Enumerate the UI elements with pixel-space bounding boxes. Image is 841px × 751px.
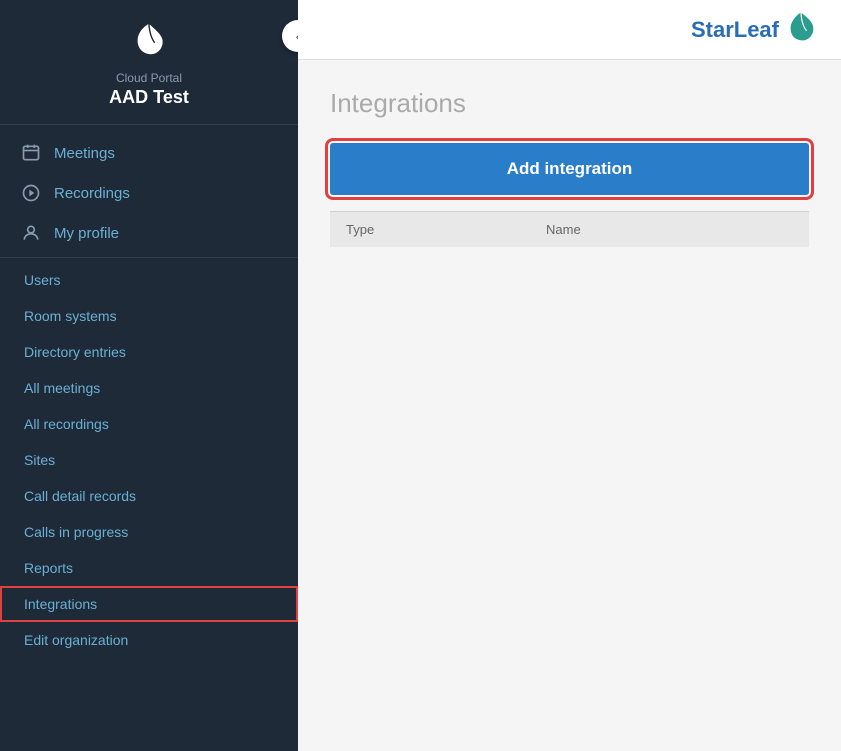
sidebar-item-room-systems[interactable]: Room systems	[0, 298, 298, 334]
table-header: Type Name	[330, 211, 809, 247]
org-name: AAD Test	[109, 87, 189, 108]
sidebar-item-call-detail-records[interactable]: Call detail records	[0, 478, 298, 514]
sidebar-item-reports[interactable]: Reports	[0, 550, 298, 586]
sidebar-item-integrations-label: Integrations	[24, 596, 97, 612]
brand-logo: StarLeaf	[691, 10, 817, 49]
sidebar-item-users-label: Users	[24, 272, 61, 288]
meetings-icon	[20, 143, 42, 163]
sidebar-item-directory-entries-label: Directory entries	[24, 344, 126, 360]
sidebar-item-all-meetings[interactable]: All meetings	[0, 370, 298, 406]
sidebar-item-calls-in-progress[interactable]: Calls in progress	[0, 514, 298, 550]
cloud-portal-label: Cloud Portal	[116, 71, 182, 85]
sidebar-item-edit-organization[interactable]: Edit organization	[0, 622, 298, 658]
topbar: StarLeaf	[298, 0, 841, 60]
nav-divider-1	[0, 257, 298, 258]
my-profile-icon	[20, 223, 42, 243]
sidebar: Cloud Portal AAD Test Meetings Recording…	[0, 0, 298, 751]
brand-leaf-icon	[785, 10, 817, 49]
sidebar-item-meetings-label: Meetings	[54, 145, 115, 162]
brand-name: StarLeaf	[691, 17, 779, 43]
sidebar-item-all-recordings-label: All recordings	[24, 416, 109, 432]
sidebar-item-room-systems-label: Room systems	[24, 308, 117, 324]
sidebar-item-my-profile-label: My profile	[54, 225, 119, 242]
main-content: StarLeaf Integrations Add integration Ty…	[298, 0, 841, 751]
sidebar-item-integrations[interactable]: Integrations	[0, 586, 298, 622]
table-col-name: Name	[546, 222, 793, 237]
add-integration-button[interactable]: Add integration	[330, 143, 809, 195]
sidebar-item-all-recordings[interactable]: All recordings	[0, 406, 298, 442]
sidebar-item-recordings[interactable]: Recordings	[0, 173, 298, 213]
starleaf-logo-icon	[130, 20, 168, 65]
sidebar-item-recordings-label: Recordings	[54, 185, 130, 202]
sidebar-item-sites-label: Sites	[24, 452, 55, 468]
sidebar-item-directory-entries[interactable]: Directory entries	[0, 334, 298, 370]
sidebar-item-all-meetings-label: All meetings	[24, 380, 100, 396]
sidebar-item-meetings[interactable]: Meetings	[0, 133, 298, 173]
sidebar-item-sites[interactable]: Sites	[0, 442, 298, 478]
sidebar-header: Cloud Portal AAD Test	[0, 0, 298, 125]
sidebar-item-reports-label: Reports	[24, 560, 73, 576]
recordings-icon	[20, 183, 42, 203]
content-area: Integrations Add integration Type Name	[298, 60, 841, 751]
table-col-type: Type	[346, 222, 546, 237]
sidebar-item-edit-organization-label: Edit organization	[24, 632, 128, 648]
sidebar-item-call-detail-records-label: Call detail records	[24, 488, 136, 504]
page-title: Integrations	[330, 88, 809, 119]
collapse-icon: ‹	[296, 28, 298, 44]
sidebar-item-my-profile[interactable]: My profile	[0, 213, 298, 253]
sidebar-item-calls-in-progress-label: Calls in progress	[24, 524, 128, 540]
sidebar-item-users[interactable]: Users	[0, 262, 298, 298]
nav-section: Meetings Recordings My profile Users Roo…	[0, 125, 298, 666]
